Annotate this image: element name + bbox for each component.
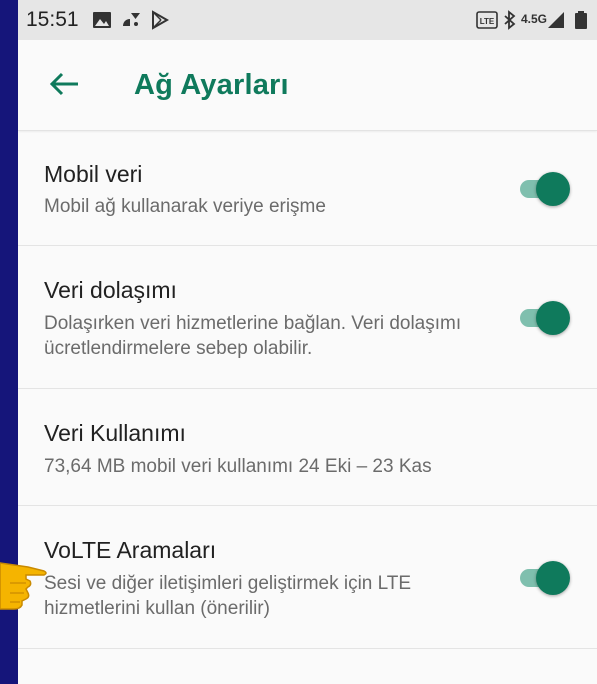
phone-screen: 15:51 LTE 4.5G Ağ Ayarları Mobil veri Mo…	[18, 0, 597, 684]
setting-mobile-data[interactable]: Mobil veri Mobil ağ kullanarak veriye er…	[18, 131, 597, 246]
volte-icon: LTE	[476, 11, 498, 29]
switch-thumb	[536, 301, 570, 335]
setting-subtitle: 73,64 MB mobil veri kullanımı 24 Eki – 2…	[44, 456, 432, 477]
switch-thumb	[536, 561, 570, 595]
setting-subtitle: Mobil ağ kullanarak veriye erişme	[44, 196, 326, 217]
setting-title: Veri dolaşımı	[44, 277, 177, 303]
signal-icon	[548, 12, 564, 28]
setting-volte-calls[interactable]: VoLTE Aramaları Sesi ve diğer iletişimle…	[18, 505, 597, 649]
setting-title: Veri Kullanımı	[44, 420, 186, 446]
page-title: Ağ Ayarları	[134, 69, 289, 101]
network-4g-icon: 4.5G	[521, 12, 548, 26]
volte-toggle[interactable]	[518, 560, 572, 595]
image-icon	[93, 12, 111, 28]
setting-title: VoLTE Aramaları	[44, 537, 217, 563]
app-bar: Ağ Ayarları	[18, 40, 597, 131]
setting-subtitle: Dolaşırken veri hizmetlerine bağlan. Ver…	[44, 313, 462, 359]
switch-thumb	[536, 172, 570, 206]
pointing-hand-icon	[0, 562, 47, 610]
status-time: 15:51	[26, 8, 79, 31]
setting-partial-row	[18, 648, 597, 684]
setting-subtitle: Sesi ve diğer iletişimleri geliştirmek i…	[44, 573, 412, 619]
mobile-data-toggle[interactable]	[518, 171, 572, 206]
setting-data-usage[interactable]: Veri Kullanımı 73,64 MB mobil veri kulla…	[18, 388, 597, 506]
setting-title: Mobil veri	[44, 161, 143, 187]
data-roaming-toggle[interactable]	[518, 300, 572, 335]
wifi-calling-icon	[123, 13, 140, 26]
battery-icon	[575, 11, 587, 29]
setting-data-roaming[interactable]: Veri dolaşımı Dolaşırken veri hizmetleri…	[18, 245, 597, 389]
bluetooth-icon	[504, 10, 516, 30]
arrow-back-icon[interactable]	[46, 66, 82, 102]
status-bar: 15:51 LTE 4.5G	[18, 0, 597, 40]
svg-text:LTE: LTE	[480, 17, 495, 26]
play-store-icon	[152, 10, 170, 30]
